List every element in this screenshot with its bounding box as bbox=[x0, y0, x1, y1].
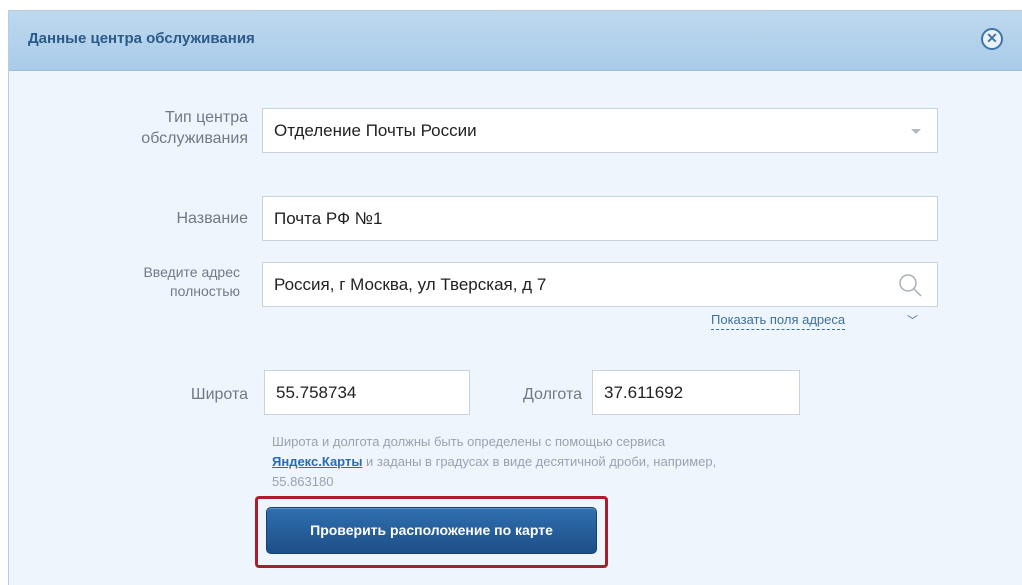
type-select-value: Отделение Почты России bbox=[274, 121, 477, 140]
address-input[interactable]: Россия, г Москва, ул Тверская, д 7 bbox=[262, 262, 938, 307]
type-label: Тип центра обслуживания bbox=[80, 107, 248, 149]
check-location-button[interactable]: Проверить расположение по карте bbox=[266, 507, 597, 554]
chevron-down-icon[interactable]: ﹀ bbox=[907, 312, 918, 328]
type-select[interactable]: Отделение Почты России bbox=[262, 108, 938, 153]
address-label-line1: Введите адрес bbox=[143, 264, 240, 280]
chevron-down-icon bbox=[911, 129, 921, 134]
latitude-value: 55.758734 bbox=[276, 383, 357, 402]
search-icon[interactable] bbox=[897, 272, 923, 298]
type-label-line1: Тип центра bbox=[165, 109, 248, 126]
type-label-line2: обслуживания bbox=[141, 130, 248, 147]
latitude-label: Широта bbox=[190, 386, 248, 403]
dialog-title: Данные центра обслуживания bbox=[28, 30, 255, 47]
name-label: Название bbox=[176, 210, 249, 227]
longitude-input[interactable]: 37.611692 bbox=[592, 370, 800, 415]
latitude-input[interactable]: 55.758734 bbox=[264, 370, 470, 415]
hint-text-after: и заданы в градусах в виде десятичной др… bbox=[366, 454, 717, 469]
close-icon[interactable]: ✕ bbox=[981, 28, 1003, 50]
dialog-header: Данные центра обслуживания bbox=[9, 11, 1022, 71]
name-input[interactable]: Почта РФ №1 bbox=[262, 196, 938, 241]
yandex-maps-link[interactable]: Яндекс.Карты bbox=[272, 454, 362, 469]
hint-text-before: Широта и долгота должны быть определены … bbox=[272, 434, 666, 449]
longitude-value: 37.611692 bbox=[604, 383, 684, 402]
longitude-label: Долгота bbox=[523, 386, 582, 403]
address-label: Введите адрес полностью bbox=[80, 263, 240, 301]
show-address-fields-link[interactable]: Показать поля адреса bbox=[711, 311, 846, 330]
address-label-line2: полностью bbox=[170, 283, 240, 299]
address-input-value: Россия, г Москва, ул Тверская, д 7 bbox=[274, 275, 547, 294]
name-input-value: Почта РФ №1 bbox=[274, 209, 383, 228]
coordinates-hint: Широта и долгота должны быть определены … bbox=[272, 432, 792, 492]
hint-example: 55.863180 bbox=[272, 474, 334, 489]
